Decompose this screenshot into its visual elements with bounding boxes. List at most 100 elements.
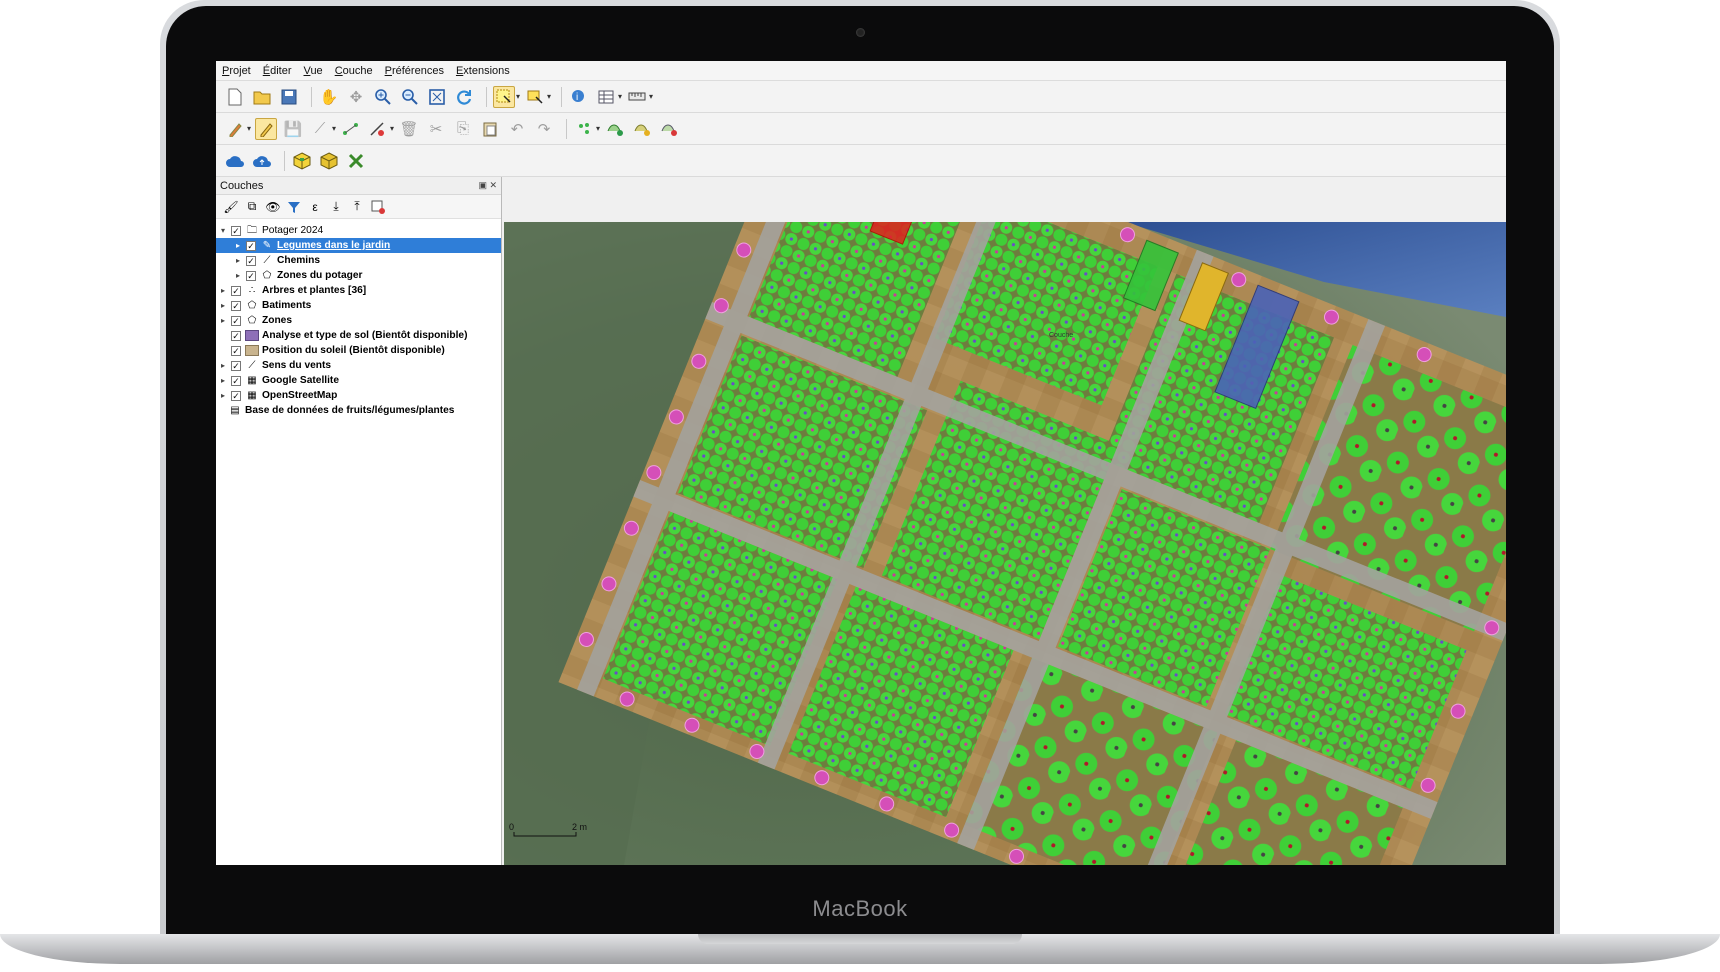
expand-arrow-icon[interactable]: ▸ bbox=[218, 361, 228, 370]
menu-preferences[interactable]: Préférences bbox=[385, 65, 444, 77]
tools-icon[interactable] bbox=[345, 150, 367, 172]
add-point-icon[interactable] bbox=[573, 118, 595, 140]
toggle-editing-icon[interactable] bbox=[255, 117, 278, 140]
zoom-out-icon[interactable] bbox=[399, 86, 421, 108]
pan-to-selection-icon[interactable]: ✥ bbox=[345, 86, 367, 108]
chevron-down-icon[interactable]: ▾ bbox=[649, 92, 653, 101]
redo-icon[interactable]: ↷ bbox=[533, 118, 555, 140]
layer-row-zones-du-potager[interactable]: ▸ ✓ ⬠ Zones du potager bbox=[216, 268, 501, 283]
layer-checkbox[interactable]: ✓ bbox=[246, 240, 256, 251]
layer-checkbox[interactable]: ✓ bbox=[246, 270, 256, 281]
remove-layer-icon[interactable] bbox=[369, 198, 387, 216]
expand-arrow-icon[interactable]: ▸ bbox=[233, 256, 243, 265]
chevron-down-icon[interactable]: ▾ bbox=[247, 124, 251, 133]
legend-swatch bbox=[245, 345, 259, 356]
layer-checkbox[interactable]: ✓ bbox=[231, 315, 241, 326]
layer-row-position-soleil[interactable]: ✓ Position du soleil (Bientôt disponible… bbox=[216, 343, 501, 358]
expand-arrow-icon[interactable]: ▸ bbox=[218, 286, 228, 295]
menu-extensions[interactable]: Extensions bbox=[456, 65, 510, 77]
layer-row-analyse-sol[interactable]: ✓ Analyse et type de sol (Bientôt dispon… bbox=[216, 328, 501, 343]
expand-arrow-icon[interactable]: ▸ bbox=[218, 301, 228, 310]
paste-icon[interactable] bbox=[479, 118, 501, 140]
refresh-icon[interactable] bbox=[453, 86, 475, 108]
layer-checkbox[interactable]: ✓ bbox=[231, 375, 241, 386]
add-line-icon[interactable] bbox=[604, 118, 626, 140]
chevron-down-icon[interactable]: ▾ bbox=[390, 124, 394, 133]
pan-hand-icon[interactable]: ✋ bbox=[318, 86, 340, 108]
qgis-window: Projet Éditer Vue Couche Préférences Ext… bbox=[216, 61, 1506, 865]
vertex-tool-icon[interactable] bbox=[367, 118, 389, 140]
save-icon[interactable] bbox=[278, 86, 300, 108]
menu-projet[interactable]: Projet bbox=[222, 65, 251, 77]
measure-icon[interactable] bbox=[626, 86, 648, 108]
undo-icon[interactable]: ↶ bbox=[506, 118, 528, 140]
layer-checkbox[interactable]: ✓ bbox=[231, 360, 241, 371]
layer-row-batiments[interactable]: ▸ ✓ ⬠ Batiments bbox=[216, 298, 501, 313]
expand-all-icon[interactable]: ⤓ bbox=[327, 198, 345, 216]
layer-row-potager-2024[interactable]: ▾ ✓ 🗀 Potager 2024 bbox=[216, 223, 501, 238]
layer-checkbox[interactable]: ✓ bbox=[231, 225, 241, 236]
layer-checkbox[interactable]: ✓ bbox=[246, 255, 256, 266]
add-group-icon[interactable]: ⧉ bbox=[243, 198, 261, 216]
menu-editer[interactable]: Éditer bbox=[263, 65, 292, 77]
cut-icon[interactable]: ✂ bbox=[425, 118, 447, 140]
layer-row-openstreetmap[interactable]: ▸ ✓ ▦ OpenStreetMap bbox=[216, 388, 501, 403]
layer-checkbox[interactable]: ✓ bbox=[231, 300, 241, 311]
panel-float-close-icon[interactable]: ▣ ✕ bbox=[478, 180, 497, 191]
chevron-down-icon[interactable]: ▾ bbox=[547, 92, 551, 101]
new-file-icon[interactable] bbox=[224, 86, 246, 108]
expand-arrow-icon[interactable]: ▸ bbox=[233, 271, 243, 280]
remove-layer-icon[interactable] bbox=[658, 118, 680, 140]
open-folder-icon[interactable] bbox=[251, 86, 273, 108]
add-polygon-icon[interactable] bbox=[631, 118, 653, 140]
layer-checkbox[interactable]: ✓ bbox=[231, 330, 241, 341]
layer-label: Sens du vents bbox=[262, 360, 332, 371]
menu-couche[interactable]: Couche bbox=[335, 65, 373, 77]
map-svg[interactable]: Couche 0 2 m bbox=[504, 222, 1506, 865]
layer-checkbox[interactable]: ✓ bbox=[231, 285, 241, 296]
layer-row-sens-du-vents[interactable]: ▸ ✓ ⟋ Sens du vents bbox=[216, 358, 501, 373]
chevron-down-icon[interactable]: ▾ bbox=[332, 124, 336, 133]
zoom-full-icon[interactable] bbox=[426, 86, 448, 108]
layer-row-base-de-donnees[interactable]: ▤ Base de données de fruits/légumes/plan… bbox=[216, 403, 501, 418]
visibility-eye-icon[interactable]: 👁 bbox=[264, 198, 282, 216]
delete-feature-icon[interactable]: 🗑 bbox=[398, 118, 420, 140]
save-edits-icon[interactable]: 💾 bbox=[282, 118, 304, 140]
expand-arrow-icon[interactable]: ▸ bbox=[218, 316, 228, 325]
digitize-icon[interactable]: ⟋ bbox=[309, 118, 331, 140]
collapse-arrow-icon[interactable]: ▾ bbox=[218, 226, 228, 235]
layer-row-legumes-dans-le-jardin[interactable]: ▸ ✓ ✎ Legumes dans le jardin bbox=[216, 238, 501, 253]
add-feature-icon[interactable] bbox=[340, 118, 362, 140]
brand-label: MacBook bbox=[812, 896, 908, 921]
menu-vue[interactable]: Vue bbox=[304, 65, 323, 77]
select-by-polygon-icon[interactable] bbox=[524, 86, 546, 108]
layer-row-chemins[interactable]: ▸ ✓ ⟋ Chemins bbox=[216, 253, 501, 268]
group-icon: 🗀 bbox=[247, 225, 257, 236]
cloud-icon[interactable] bbox=[224, 150, 246, 172]
package-icon[interactable] bbox=[291, 150, 313, 172]
style-brush-icon[interactable]: 🖌 bbox=[222, 198, 240, 216]
current-edits-icon[interactable] bbox=[224, 118, 246, 140]
expand-arrow-icon[interactable]: ▸ bbox=[218, 391, 228, 400]
chevron-down-icon[interactable]: ▾ bbox=[618, 92, 622, 101]
layer-row-zones[interactable]: ▸ ✓ ⬠ Zones bbox=[216, 313, 501, 328]
layer-row-google-satellite[interactable]: ▸ ✓ ▦ Google Satellite bbox=[216, 373, 501, 388]
chevron-down-icon[interactable]: ▾ bbox=[516, 92, 520, 101]
expression-filter-icon[interactable]: ε bbox=[306, 198, 324, 216]
expand-arrow-icon[interactable]: ▸ bbox=[218, 376, 228, 385]
filter-icon[interactable] bbox=[285, 198, 303, 216]
map-canvas[interactable]: Couche 0 2 m bbox=[504, 222, 1506, 865]
identify-icon[interactable]: i bbox=[568, 86, 590, 108]
layer-checkbox[interactable]: ✓ bbox=[231, 345, 241, 356]
layer-row-arbres-et-plantes[interactable]: ▸ ✓ ∴ Arbres et plantes [36] bbox=[216, 283, 501, 298]
package-alt-icon[interactable] bbox=[318, 150, 340, 172]
zoom-in-icon[interactable] bbox=[372, 86, 394, 108]
collapse-all-icon[interactable]: ⤒ bbox=[348, 198, 366, 216]
select-features-icon[interactable] bbox=[493, 85, 515, 108]
copy-icon[interactable]: ⎘ bbox=[452, 118, 474, 140]
cloud-upload-icon[interactable] bbox=[251, 150, 273, 172]
chevron-down-icon[interactable]: ▾ bbox=[596, 124, 600, 133]
layer-checkbox[interactable]: ✓ bbox=[231, 390, 241, 401]
expand-arrow-icon[interactable]: ▸ bbox=[233, 241, 243, 250]
attribute-table-icon[interactable] bbox=[595, 86, 617, 108]
